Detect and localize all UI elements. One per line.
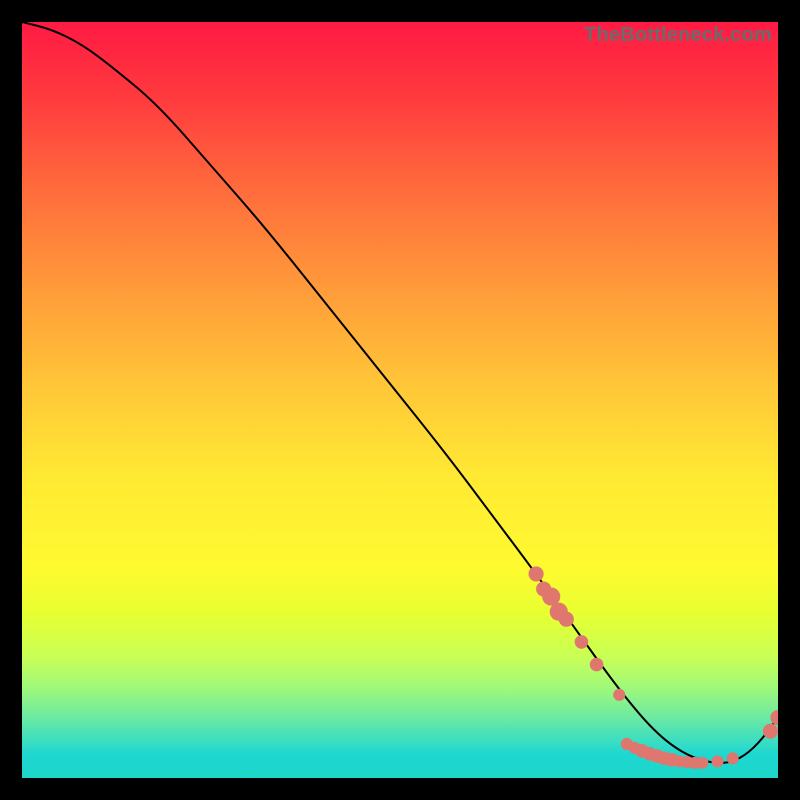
data-point — [763, 724, 778, 739]
watermark-label: TheBottleneck.com — [584, 24, 772, 47]
data-point — [575, 635, 589, 649]
data-point — [770, 710, 778, 725]
chart-svg — [22, 22, 778, 778]
data-point — [559, 612, 574, 627]
data-point — [529, 566, 544, 581]
chart-frame: TheBottleneck.com — [22, 22, 778, 778]
bottleneck-curve — [22, 22, 778, 763]
data-point — [727, 752, 739, 764]
data-point — [613, 689, 625, 701]
data-point — [696, 757, 708, 769]
data-points — [529, 566, 778, 769]
data-point — [711, 755, 723, 767]
data-point — [590, 658, 604, 672]
